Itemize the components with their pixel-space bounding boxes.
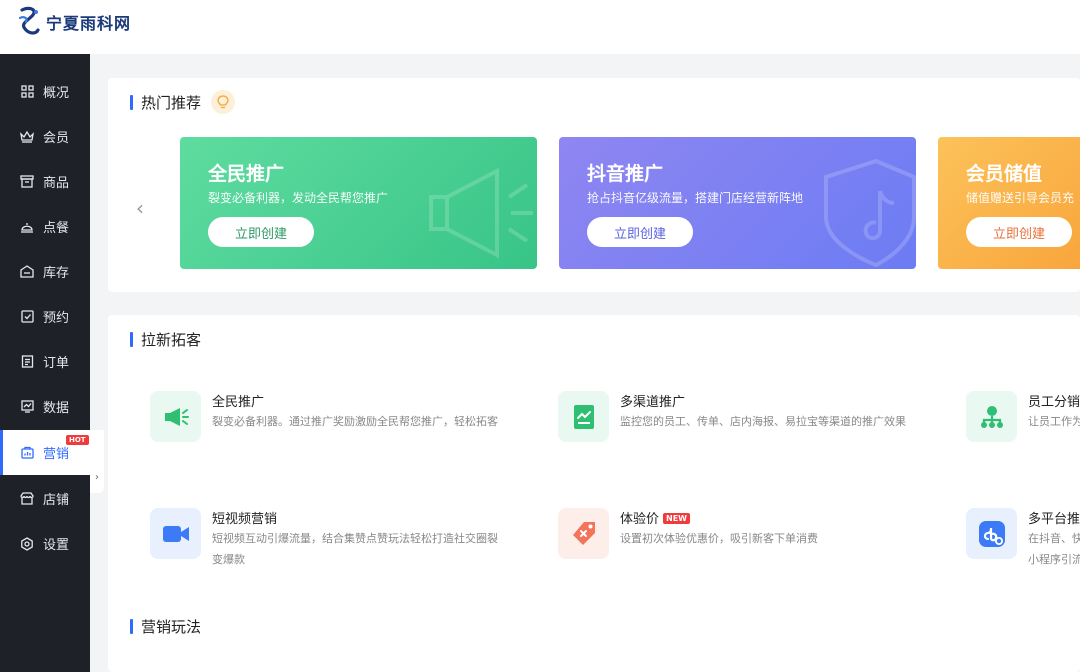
sidebar-item-data[interactable]: 数据 xyxy=(0,384,90,429)
lightbulb-icon xyxy=(211,90,236,114)
carousel-prev-button[interactable]: ‹ xyxy=(136,196,144,220)
create-now-button[interactable]: 立即创建 xyxy=(587,217,693,247)
sidebar-item-label: 店铺 xyxy=(43,493,70,508)
sidebar-item-label: 设置 xyxy=(43,538,70,553)
promo-card-title: 抖音推广 xyxy=(587,163,664,185)
sidebar-collapse-button[interactable]: › xyxy=(90,461,104,493)
sidebar-item-label: 营销 xyxy=(43,447,70,462)
sidebar-item-store[interactable]: 店铺 xyxy=(0,476,90,521)
feature-title: 多平台推 xyxy=(1028,512,1080,527)
feature-desc: 短视频互动引爆流量，结合集赞点赞玩法轻松打造社交圈裂变爆款 xyxy=(212,532,498,566)
douyin-shield-icon xyxy=(824,158,916,268)
feature-universal-promo[interactable]: 全民推广 裂变必备利器。通过推广奖励激励全民帮您推广，轻松拓客 xyxy=(150,391,510,451)
marketing-icon xyxy=(20,446,34,460)
sidebar-item-orders[interactable]: 订单 xyxy=(0,339,90,384)
feature-title: 短视频营销 xyxy=(212,512,278,527)
sidebar-item-label: 会员 xyxy=(43,131,70,146)
promo-card-desc: 裂变必备利器，发动全民帮您推广 xyxy=(208,191,389,205)
promo-card-universal-promo[interactable]: 全民推广 裂变必备利器，发动全民帮您推广 立即创建 xyxy=(180,137,537,269)
sidebar-item-label: 数据 xyxy=(43,401,70,416)
feature-multi-platform[interactable]: 多平台推 在抖音、快 小程序引流 xyxy=(966,508,1080,568)
sidebar-item-inventory[interactable]: 库存 xyxy=(0,249,90,294)
report-icon xyxy=(558,391,609,442)
megaphone-icon xyxy=(429,167,533,259)
promo-card-title: 会员储值 xyxy=(966,163,1043,185)
create-now-button[interactable]: 立即创建 xyxy=(966,217,1072,247)
sidebar-item-label: 库存 xyxy=(43,266,70,281)
new-badge: NEW xyxy=(663,513,690,524)
mini-program-icon xyxy=(966,508,1017,559)
feature-multichannel-promo[interactable]: 多渠道推广 监控您的员工、传单、店内海报、易拉宝等渠道的推广效果 xyxy=(558,391,918,451)
sidebar-item-settings[interactable]: 设置 xyxy=(0,521,90,566)
store-icon xyxy=(20,492,34,506)
brand-logo[interactable]: 宁夏雨科网 xyxy=(16,4,131,40)
shop-icon xyxy=(20,175,34,189)
feature-trial-price[interactable]: 体验价 NEW 设置初次体验优惠价，吸引新客下单消费 xyxy=(558,508,918,568)
crown-icon xyxy=(20,130,34,144)
feature-title-text: 体验价 xyxy=(620,512,660,527)
feature-desc: 监控您的员工、传单、店内海报、易拉宝等渠道的推广效果 xyxy=(620,415,906,428)
section-title-text: 营销玩法 xyxy=(141,618,202,636)
settings-icon xyxy=(20,536,34,551)
feature-title: 体验价 NEW xyxy=(620,508,690,527)
feature-staff-distribution[interactable]: 员工分销 让员工作为 xyxy=(966,391,1080,451)
promo-card-douyin[interactable]: 抖音推广 抢占抖音亿级流量，搭建门店经营新阵地 立即创建 xyxy=(559,137,916,269)
promo-card-member-stored-value[interactable]: 会员储值 储值赠送引导会员充 立即创建 xyxy=(938,137,1080,269)
title-bar-accent xyxy=(130,94,133,110)
sidebar-item-label: 订单 xyxy=(43,356,70,371)
hot-recommend-panel: 热门推荐 ‹ 全民推广 裂变必备利器，发动全民帮您推广 立即创建 抖音推广 抢占… xyxy=(108,78,1080,292)
feature-desc: 裂变必备利器。通过推广奖励激励全民帮您推广，轻松拓客 xyxy=(212,415,498,428)
sidebar-item-products[interactable]: 商品 xyxy=(0,159,90,204)
feature-title: 员工分销 xyxy=(1028,395,1080,410)
sidebar-item-overview[interactable]: 概况 xyxy=(0,69,90,114)
brand-name: 宁夏雨科网 xyxy=(46,14,132,33)
section-title: 营销玩法 xyxy=(130,616,201,637)
feature-short-video[interactable]: 短视频营销 短视频互动引爆流量，结合集赞点赞玩法轻松打造社交圈裂变爆款 xyxy=(150,508,510,568)
feature-title: 全民推广 xyxy=(212,395,265,410)
sidebar-item-label: 商品 xyxy=(43,176,70,191)
sidebar-item-marketing[interactable]: 营销 HOT xyxy=(0,430,104,475)
sidebar: 概况 会员 商品 点餐 库存 预约 订单 数据 营销 HOT 店铺 设置 xyxy=(0,54,104,672)
top-bar: 宁夏雨科网 xyxy=(0,0,1080,54)
sidebar-item-members[interactable]: 会员 xyxy=(0,114,90,159)
sidebar-item-label: 点餐 xyxy=(43,221,70,236)
dashboard-icon xyxy=(20,85,34,99)
feature-desc: 在抖音、快 小程序引流 xyxy=(1028,532,1080,566)
dining-icon xyxy=(20,220,34,234)
hot-badge: HOT xyxy=(66,435,89,445)
sidebar-item-booking[interactable]: 预约 xyxy=(0,294,90,339)
video-camera-icon xyxy=(150,508,201,559)
promo-card-title: 全民推广 xyxy=(208,163,285,185)
inventory-icon xyxy=(20,265,34,279)
price-tag-icon xyxy=(558,508,609,559)
section-title-text: 拉新拓客 xyxy=(141,331,202,349)
title-bar-accent xyxy=(130,332,133,347)
megaphone-icon xyxy=(150,391,201,442)
org-chart-icon xyxy=(966,391,1017,442)
promo-card-desc: 储值赠送引导会员充 xyxy=(966,191,1075,205)
section-title: 拉新拓客 xyxy=(130,329,201,350)
title-bar-accent xyxy=(130,619,133,634)
section-title-text: 热门推荐 xyxy=(141,93,202,112)
logo-icon xyxy=(18,6,40,35)
feature-desc: 让员工作为 xyxy=(1028,415,1080,428)
chevron-right-icon: › xyxy=(95,471,99,483)
acquire-customers-panel: 拉新拓客 全民推广 裂变必备利器。通过推广奖励激励全民帮您推广，轻松拓客 多渠道… xyxy=(108,315,1080,672)
sidebar-item-label: 预约 xyxy=(43,311,70,326)
feature-title: 多渠道推广 xyxy=(620,395,686,410)
feature-desc: 设置初次体验优惠价，吸引新客下单消费 xyxy=(620,532,818,545)
section-title: 热门推荐 xyxy=(130,90,236,114)
create-now-button[interactable]: 立即创建 xyxy=(208,217,314,247)
sidebar-item-ordering[interactable]: 点餐 xyxy=(0,204,90,249)
calendar-check-icon xyxy=(20,310,34,324)
promo-card-desc: 抢占抖音亿级流量，搭建门店经营新阵地 xyxy=(587,191,804,205)
sidebar-item-label: 概况 xyxy=(43,86,70,101)
chart-icon xyxy=(20,400,34,414)
order-icon xyxy=(20,355,34,369)
